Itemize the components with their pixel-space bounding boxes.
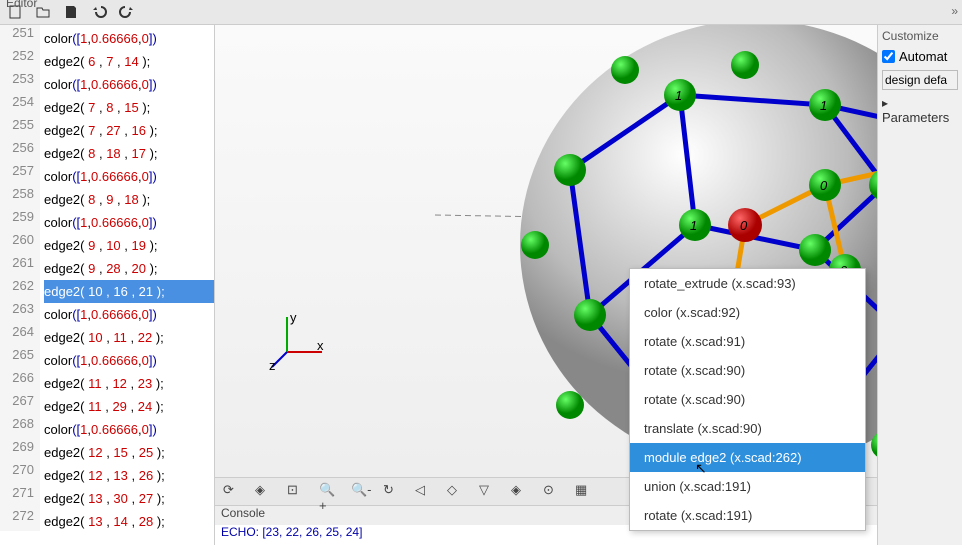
cursor-icon: ↖ [695, 460, 707, 477]
context-menu-item[interactable]: color (x.scad:92) [630, 298, 865, 327]
code-line[interactable]: color([1,0.66666,0]) [44, 303, 214, 326]
code-line[interactable]: edge2( 7 , 27 , 16 ); [44, 119, 214, 142]
perspective-icon[interactable]: ▦ [575, 482, 595, 502]
code-line[interactable]: color([1,0.66666,0]) [44, 211, 214, 234]
toolbar-overflow-icon[interactable]: » [951, 4, 958, 18]
preset-select[interactable]: design defa [882, 70, 958, 90]
code-area[interactable]: color([1,0.66666,0])edge2( 6 , 7 , 14 );… [44, 25, 214, 533]
code-line[interactable]: edge2( 13 , 14 , 28 ); [44, 510, 214, 533]
context-menu-item[interactable]: rotate (x.scad:191) [630, 501, 865, 530]
view-front-icon[interactable]: ◇ [447, 482, 467, 502]
svg-text:1: 1 [675, 88, 682, 103]
code-line[interactable]: edge2( 8 , 9 , 18 ); [44, 188, 214, 211]
axis-indicator: x y z [267, 312, 327, 372]
code-line[interactable]: edge2( 10 , 11 , 22 ); [44, 326, 214, 349]
context-menu-item[interactable]: translate (x.scad:90) [630, 414, 865, 443]
view-left-icon[interactable]: ◁ [415, 482, 435, 502]
code-line[interactable]: edge2( 12 , 13 , 26 ); [44, 464, 214, 487]
context-menu-item[interactable]: module edge2 (x.scad:262) [630, 443, 865, 472]
code-line[interactable]: edge2( 8 , 18 , 17 ); [44, 142, 214, 165]
code-line[interactable]: edge2( 13 , 30 , 27 ); [44, 487, 214, 510]
zoom-fit-icon[interactable]: ⊡ [287, 482, 307, 502]
customizer-panel: Customize Automat design defa ▸ Paramete… [877, 25, 962, 545]
svg-text:x: x [317, 338, 324, 353]
code-line[interactable]: edge2( 7 , 8 , 15 ); [44, 96, 214, 119]
context-menu-item[interactable]: rotate_extrude (x.scad:93) [630, 269, 865, 298]
code-line[interactable]: edge2( 12 , 15 , 25 ); [44, 441, 214, 464]
code-line[interactable]: color([1,0.66666,0]) [44, 73, 214, 96]
svg-text:0: 0 [740, 218, 748, 233]
svg-text:0: 0 [820, 178, 828, 193]
zoom-in-icon[interactable]: 🔍+ [319, 482, 339, 502]
context-menu-item[interactable]: rotate (x.scad:90) [630, 356, 865, 385]
undo-icon[interactable] [88, 1, 110, 23]
preview-icon[interactable]: ⟳ [223, 482, 243, 502]
redo-icon[interactable] [116, 1, 138, 23]
code-line[interactable]: color([1,0.66666,0]) [44, 418, 214, 441]
context-menu: rotate_extrude (x.scad:93)color (x.scad:… [629, 268, 866, 531]
svg-text:1: 1 [690, 218, 697, 233]
code-line[interactable]: color([1,0.66666,0]) [44, 165, 214, 188]
params-disclosure[interactable]: ▸ Parameters [882, 96, 958, 125]
code-line[interactable]: edge2( 9 , 28 , 20 ); [44, 257, 214, 280]
context-menu-item[interactable]: union (x.scad:191) [630, 472, 865, 501]
code-line[interactable]: edge2( 11 , 12 , 23 ); [44, 372, 214, 395]
code-line[interactable]: edge2( 11 , 29 , 24 ); [44, 395, 214, 418]
zoom-out-icon[interactable]: 🔍- [351, 482, 371, 502]
code-line[interactable]: color([1,0.66666,0]) [44, 27, 214, 50]
auto-checkbox[interactable]: Automat [882, 49, 958, 64]
view-center-icon[interactable]: ⊙ [543, 482, 563, 502]
context-menu-item[interactable]: rotate (x.scad:90) [630, 385, 865, 414]
render-icon[interactable]: ◈ [255, 482, 275, 502]
save-icon[interactable] [60, 1, 82, 23]
reset-view-icon[interactable]: ↻ [383, 482, 403, 502]
svg-text:y: y [290, 312, 297, 325]
context-menu-item[interactable]: rotate (x.scad:91) [630, 327, 865, 356]
svg-text:1: 1 [820, 98, 827, 113]
editor-title: Editor [6, 0, 37, 10]
customizer-title: Customize [882, 29, 958, 43]
code-editor[interactable]: 2512522532542552562572582592602612622632… [0, 25, 215, 545]
code-line[interactable]: edge2( 6 , 7 , 14 ); [44, 50, 214, 73]
line-gutter: 2512522532542552562572582592602612622632… [0, 25, 40, 531]
view-diag-icon[interactable]: ◈ [511, 482, 531, 502]
code-line[interactable]: edge2( 10 , 16 , 21 ); [44, 280, 214, 303]
svg-text:z: z [269, 358, 276, 372]
view-top-icon[interactable]: ▽ [479, 482, 499, 502]
code-line[interactable]: color([1,0.66666,0]) [44, 349, 214, 372]
editor-toolbar: Editor » [0, 0, 962, 25]
code-line[interactable]: edge2( 9 , 10 , 19 ); [44, 234, 214, 257]
